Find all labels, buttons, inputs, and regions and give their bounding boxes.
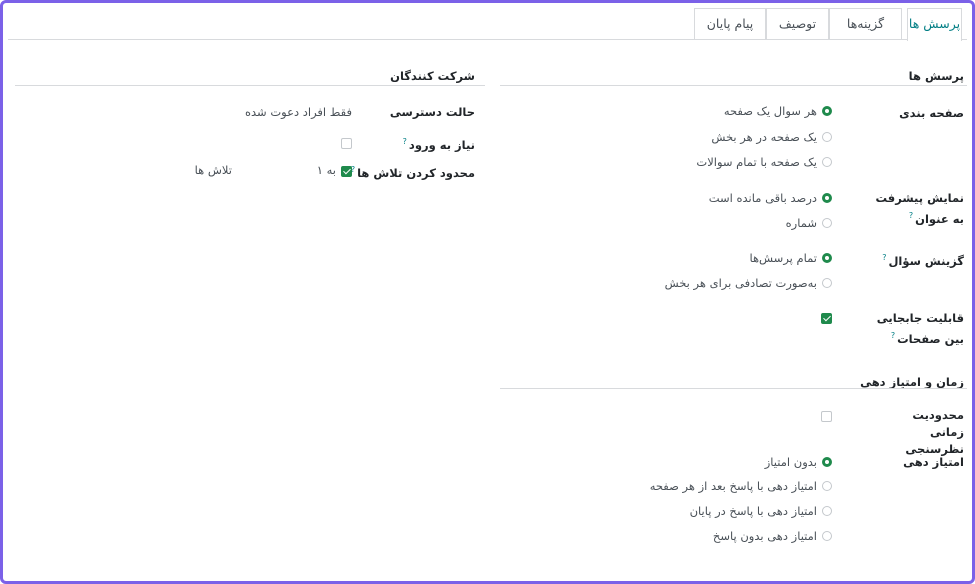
radio-selected-icon[interactable]: [822, 106, 832, 116]
radio-selected-icon[interactable]: [822, 253, 832, 263]
help-icon[interactable]: ?: [403, 137, 407, 146]
questions-divider: [500, 85, 967, 86]
attempts-count-input[interactable]: به ۱: [317, 163, 336, 177]
scoring-option-after-each-page[interactable]: امتیاز دهی با پاسخ بعد از هر صفحه: [650, 478, 832, 494]
tab-options[interactable]: گزینه‌ها: [829, 8, 902, 39]
questions-section-title: پرسش ها: [908, 69, 964, 83]
survey-options-panel: پرسش ها گزینه‌ها توصیف پیام پایان پرسش ه…: [0, 0, 975, 584]
radio-icon[interactable]: [822, 132, 832, 142]
help-icon[interactable]: ?: [891, 331, 895, 340]
radio-icon[interactable]: [822, 531, 832, 541]
radio-icon[interactable]: [822, 278, 832, 288]
radio-icon[interactable]: [822, 157, 832, 167]
scoring-option-at-end[interactable]: امتیاز دهی با پاسخ در پایان: [690, 503, 832, 519]
progress-option-number[interactable]: شماره: [786, 215, 832, 231]
pagination-option-one-per-section[interactable]: یک صفحه در هر بخش: [711, 129, 832, 145]
limit-attempts-checkbox[interactable]: [341, 166, 352, 177]
limit-attempts-label: محدود کردن تلاش ها?: [350, 165, 475, 180]
access-mode-label: حالت دسترسی: [389, 105, 475, 119]
radio-icon[interactable]: [822, 506, 832, 516]
tab-description[interactable]: توصیف: [766, 8, 829, 39]
navigation-label: قابلیت جابجایی بین صفحات?: [876, 311, 964, 346]
scoring-option-none[interactable]: بدون امتیاز: [765, 454, 832, 470]
radio-selected-icon[interactable]: [822, 457, 832, 467]
question-selection-label: گزینش سؤال?: [882, 253, 964, 268]
radio-selected-icon[interactable]: [822, 193, 832, 203]
scoring-option-no-answer[interactable]: امتیاز دهی بدون پاسخ: [713, 528, 832, 544]
tab-bar: پرسش ها گزینه‌ها توصیف پیام پایان: [8, 5, 967, 41]
time-scoring-section-title: زمان و امتیاز دهی: [860, 375, 964, 389]
progress-label: نمایش پیشرفت به عنوان?: [875, 191, 965, 226]
tab-end-message[interactable]: پیام پایان: [694, 8, 766, 39]
navigation-checkbox[interactable]: [821, 313, 832, 324]
radio-icon[interactable]: [822, 218, 832, 228]
pagination-option-all-in-one[interactable]: یک صفحه با تمام سوالات: [696, 154, 832, 170]
time-limit-checkbox[interactable]: [821, 411, 832, 422]
tab-questions[interactable]: پرسش ها: [907, 8, 962, 41]
progress-option-percentage[interactable]: درصد باقی مانده است: [709, 190, 832, 206]
radio-icon[interactable]: [822, 481, 832, 491]
selection-option-all[interactable]: تمام پرسش‌ها: [749, 250, 832, 266]
pagination-option-one-per-question[interactable]: هر سوال یک صفحه: [724, 103, 832, 119]
help-icon[interactable]: ?: [909, 211, 913, 220]
help-icon[interactable]: ?: [882, 253, 886, 262]
time-scoring-divider: [500, 388, 967, 389]
participants-divider: [15, 85, 485, 86]
scoring-label: امتیاز دهی: [903, 455, 964, 469]
time-limit-label: محدودیت زمانی نظرسنجی: [905, 408, 964, 456]
attempts-unit-label: تلاش ها: [194, 163, 232, 177]
login-required-label: نیاز به ورود?: [402, 137, 475, 152]
pagination-label: صفحه بندی: [899, 106, 964, 120]
participants-section-title: شرکت کنندگان: [390, 69, 475, 83]
login-required-checkbox[interactable]: [341, 138, 352, 149]
access-mode-value[interactable]: فقط افراد دعوت شده: [245, 105, 352, 119]
selection-option-random[interactable]: به‌صورت تصادفی برای هر بخش: [665, 275, 832, 291]
